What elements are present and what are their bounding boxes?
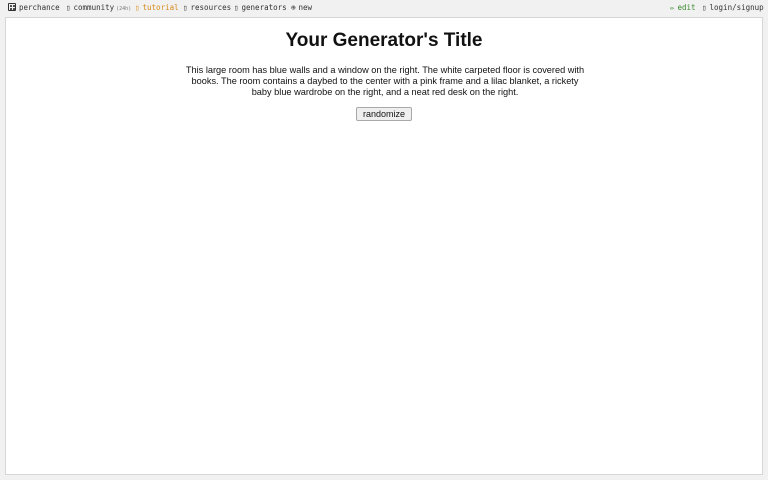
link-icon: ▯ xyxy=(183,3,188,12)
page-title: Your Generator's Title xyxy=(285,30,483,51)
generator-output-text: This large room has blue walls and a win… xyxy=(185,65,585,97)
nav-brand-label: perchance xyxy=(19,3,60,12)
nav-community-label: community xyxy=(73,3,115,12)
user-icon: ▯ xyxy=(702,3,707,12)
nav-resources-label: resources xyxy=(190,3,232,12)
nav-new-label: new xyxy=(298,3,313,12)
dice-icon xyxy=(8,3,16,11)
grid-icon: ▯ xyxy=(234,3,239,12)
nav-login-label: login/signup xyxy=(709,3,764,12)
pencil-icon: ✏ xyxy=(670,3,675,12)
nav-tutorial-label: tutorial xyxy=(142,3,179,12)
chat-icon: ▯ xyxy=(66,3,71,12)
nav-community-badge: (24h) xyxy=(116,6,132,12)
randomize-button[interactable]: randomize xyxy=(356,107,412,121)
nav-brand-link[interactable]: perchance xyxy=(8,2,60,14)
nav-generators-label: generators xyxy=(241,3,287,12)
nav-tutorial-link[interactable]: ▯ tutorial xyxy=(135,2,179,14)
plus-circle-icon: ⊕ xyxy=(291,3,296,12)
nav-generators-link[interactable]: ▯ generators xyxy=(234,2,287,14)
nav-community-link[interactable]: ▯ community (24h) xyxy=(66,2,131,14)
book-icon: ▯ xyxy=(135,3,140,12)
nav-login-link[interactable]: ▯ login/signup xyxy=(702,2,764,14)
nav-edit-label: edit xyxy=(677,3,696,12)
nav-resources-link[interactable]: ▯ resources xyxy=(183,2,231,14)
nav-new-link[interactable]: ⊕ new xyxy=(291,2,312,14)
top-nav-bar: perchance ▯ community (24h) ▯ tutorial ▯ res… xyxy=(0,0,768,16)
nav-edit-link[interactable]: ✏ edit xyxy=(670,2,696,14)
generator-output-panel: Your Generator's Title This large room h… xyxy=(5,17,763,475)
